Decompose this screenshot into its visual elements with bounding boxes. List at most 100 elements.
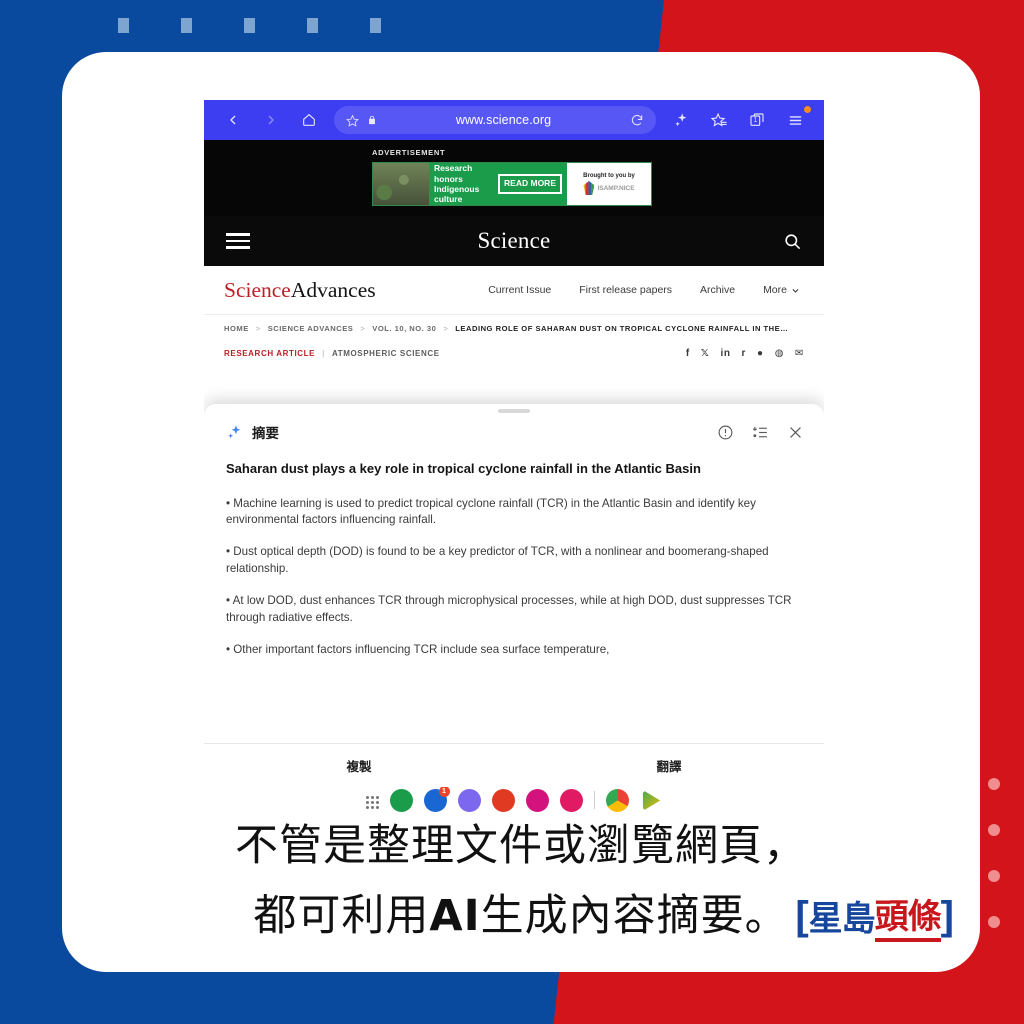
journal-logo-advances: Advances <box>290 277 376 302</box>
dot-mark <box>988 870 1000 882</box>
science-masthead[interactable]: Science <box>250 228 778 254</box>
nav-archive[interactable]: Archive <box>700 284 735 296</box>
dock-app-chrome[interactable] <box>605 789 629 812</box>
advertisement-zone: ADVERTISEMENT Research honors Indigenous… <box>204 140 824 216</box>
journal-nav-links: Current Issue First release papers Archi… <box>376 284 804 296</box>
list-format-icon[interactable] <box>752 424 769 441</box>
reddit-icon[interactable]: r <box>742 348 747 359</box>
browser-toolbar: www.science.org 1 <box>204 100 824 140</box>
science-header: Science <box>204 216 824 266</box>
watermark-blue-text: 星島 <box>808 899 876 939</box>
forward-arrow-icon[interactable] <box>252 101 290 139</box>
wechat-icon[interactable]: ● <box>757 348 764 359</box>
share-icons[interactable]: f 𝕏 in r ● ◍ ✉ <box>686 348 804 359</box>
summary-actions: 複製 翻譯 <box>204 743 824 787</box>
star-icon[interactable] <box>346 114 359 127</box>
chevron-down-icon <box>791 286 800 295</box>
linkedin-icon[interactable]: in <box>720 348 730 359</box>
ai-summary-sheet: 摘要 Saharan dust plays a key role in trop… <box>204 404 824 817</box>
breadcrumb-home[interactable]: HOME <box>224 324 249 333</box>
top-dash-decoration <box>118 18 381 33</box>
dock-app-pink[interactable] <box>559 789 583 812</box>
meta-divider: | <box>322 348 325 358</box>
dock-app-red[interactable] <box>491 789 515 812</box>
breadcrumb-separator: > <box>255 324 261 333</box>
info-circle-icon[interactable] <box>717 424 734 441</box>
brand-watermark: [ 星島 頭條 ] <box>795 889 954 942</box>
caption-ai-word: AI <box>429 890 481 941</box>
summary-bullet: • At low DOD, dust enhances TCR through … <box>226 594 792 624</box>
dot-mark <box>988 916 1000 928</box>
breadcrumb-current: LEADING ROLE OF SAHARAN DUST ON TROPICAL… <box>455 324 789 333</box>
bracket-left: [ <box>795 893 809 938</box>
breadcrumb-separator: > <box>360 324 366 333</box>
ad-sponsor: Brought to you by ISAMP.NICE <box>567 163 651 205</box>
tab-count: 1 <box>753 116 758 124</box>
dock-app-purple[interactable] <box>457 789 481 812</box>
translate-button[interactable]: 翻譯 <box>514 744 824 787</box>
caption-line-2a: 都可利用 <box>253 890 430 941</box>
ad-headline: Research honors Indigenous culture <box>434 163 480 205</box>
ad-banner[interactable]: Research honors Indigenous culture READ … <box>372 162 652 206</box>
home-icon[interactable] <box>290 101 328 139</box>
menu-notification-dot <box>804 106 811 113</box>
ad-brought-label: Brought to you by <box>583 173 635 179</box>
dock-app-magenta[interactable] <box>525 789 549 812</box>
advertisement-label: ADVERTISEMENT <box>372 148 446 157</box>
dash-mark <box>307 18 318 33</box>
summary-headline: Saharan dust plays a key role in tropica… <box>226 461 701 476</box>
caption-line-2c: 生成內容摘要。 <box>480 890 789 941</box>
search-icon[interactable] <box>778 232 802 251</box>
summary-bullet: • Other important factors influencing TC… <box>226 643 610 657</box>
address-bar[interactable]: www.science.org <box>334 106 656 134</box>
breadcrumb-journal[interactable]: SCIENCE ADVANCES <box>268 324 354 333</box>
star-list-icon[interactable] <box>700 101 738 139</box>
article-meta-row: RESEARCH ARTICLE | ATMOSPHERIC SCIENCE f… <box>204 342 824 364</box>
ai-sparkle-icon[interactable] <box>662 101 700 139</box>
dock-app-blue[interactable]: 1 <box>423 787 450 812</box>
url-text: www.science.org <box>455 113 552 127</box>
lock-icon <box>367 114 377 126</box>
twitter-x-icon[interactable]: 𝕏 <box>701 348 710 359</box>
site-menu-icon[interactable] <box>226 229 250 254</box>
weibo-icon[interactable]: ◍ <box>775 348 784 359</box>
tab-switcher-icon[interactable]: 1 <box>738 101 776 139</box>
journal-logo-science: Science <box>224 277 291 302</box>
back-arrow-icon[interactable] <box>214 101 252 139</box>
app-drawer-icon[interactable] <box>365 796 379 809</box>
nav-current-issue[interactable]: Current Issue <box>488 284 551 296</box>
journal-nav: ScienceAdvances Current Issue First rele… <box>204 266 824 314</box>
sheet-actions <box>717 424 804 441</box>
side-dot-decoration <box>988 778 1000 928</box>
dot-mark <box>988 824 1000 836</box>
watermark-red-text: 頭條 <box>874 889 942 942</box>
dock-app-green[interactable] <box>389 789 413 812</box>
nav-first-release[interactable]: First release papers <box>579 284 672 296</box>
ad-sponsor-brand: ISAMP.NICE <box>583 181 635 195</box>
nav-more[interactable]: More <box>763 284 800 296</box>
dock-app-play-store[interactable] <box>642 790 661 811</box>
sponsor-name: ISAMP <box>597 184 618 192</box>
dash-mark <box>370 18 381 33</box>
close-icon[interactable] <box>787 424 804 441</box>
sheet-title: 摘要 <box>252 426 279 441</box>
dash-mark <box>244 18 255 33</box>
breadcrumb-volume[interactable]: VOL. 10, NO. 30 <box>372 324 436 333</box>
reload-icon[interactable] <box>630 113 644 127</box>
sponsor-suffix: .NICE <box>617 184 635 192</box>
content-card: www.science.org 1 ADVERTISEMENT Research… <box>62 52 980 972</box>
ad-cta-button[interactable]: READ MORE <box>498 174 562 194</box>
bracket-right: ] <box>940 893 954 938</box>
mail-icon[interactable]: ✉ <box>795 348 804 359</box>
facebook-icon[interactable]: f <box>686 348 690 359</box>
article-subject: ATMOSPHERIC SCIENCE <box>331 348 440 358</box>
dash-mark <box>181 18 192 33</box>
journal-logo[interactable]: ScienceAdvances <box>224 278 376 303</box>
copy-button[interactable]: 複製 <box>204 744 514 787</box>
phone-screenshot: www.science.org 1 ADVERTISEMENT Research… <box>204 100 824 817</box>
ad-photo <box>373 163 429 205</box>
article-type: RESEARCH ARTICLE <box>224 348 316 358</box>
summary-content: Saharan dust plays a key role in tropica… <box>204 442 824 743</box>
dock-badge: 1 <box>438 787 450 797</box>
ai-sparkle-icon <box>226 424 243 441</box>
